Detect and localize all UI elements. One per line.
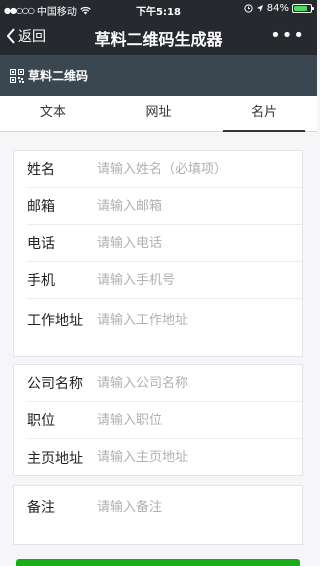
status-right: 84%: [244, 3, 314, 14]
note-input[interactable]: [97, 499, 297, 515]
form-row-note: 备注: [27, 486, 302, 528]
form-row-phone: 电话: [27, 225, 302, 262]
homepage-input[interactable]: [97, 450, 297, 465]
brand-label: 草料二维码: [28, 69, 89, 83]
alarm-icon: [244, 4, 253, 13]
tab-text[interactable]: 文本: [0, 96, 106, 131]
generate-button[interactable]: [16, 559, 300, 566]
battery-percent: 84%: [266, 3, 289, 14]
work-address-input[interactable]: [97, 312, 297, 328]
mobile-input[interactable]: [97, 272, 297, 288]
qr-logo-icon: [10, 68, 24, 83]
company-info-card: 公司名称 职位 主页地址: [13, 364, 303, 476]
tab-url[interactable]: 网址: [106, 96, 212, 131]
battery-fill: [294, 6, 308, 11]
position-input[interactable]: [97, 412, 297, 428]
company-input[interactable]: [97, 375, 297, 391]
homepage-label: 主页地址: [27, 450, 83, 467]
company-label: 公司名称: [27, 376, 83, 392]
note-card: 备注: [13, 485, 303, 545]
tab-business-card[interactable]: 名片: [211, 96, 317, 132]
phone-label: 电话: [27, 236, 55, 252]
brand-bar: 草料二维码: [0, 55, 317, 96]
form-row-homepage: 主页地址: [27, 439, 302, 476]
tab-bar: 文本 网址 名片: [0, 96, 317, 132]
form-row-position: 职位: [27, 402, 302, 439]
form-row-name: 姓名: [27, 151, 302, 188]
nav-bar: 返回 草料二维码生成器 •••: [0, 18, 317, 55]
phone-input[interactable]: [97, 235, 297, 251]
name-input[interactable]: [97, 161, 297, 177]
email-input[interactable]: [97, 198, 297, 214]
form-row-mobile: 手机: [27, 262, 302, 299]
form-row-company: 公司名称: [27, 365, 302, 402]
note-label: 备注: [27, 500, 55, 516]
personal-info-card: 姓名 邮箱 电话 手机 工作地址: [13, 150, 303, 357]
location-icon: [256, 5, 263, 12]
position-label: 职位: [27, 413, 55, 429]
mobile-label: 手机: [27, 273, 55, 289]
form-row-work-address: 工作地址: [27, 299, 302, 341]
more-menu-icon[interactable]: •••: [270, 27, 305, 45]
work-address-label: 工作地址: [27, 313, 83, 329]
name-label: 姓名: [27, 162, 55, 178]
battery-icon: [292, 4, 314, 13]
status-bar: ●●○○○ 中国移动 下午5:18 84%: [0, 0, 317, 18]
email-label: 邮箱: [27, 199, 55, 215]
form-row-email: 邮箱: [27, 188, 302, 225]
